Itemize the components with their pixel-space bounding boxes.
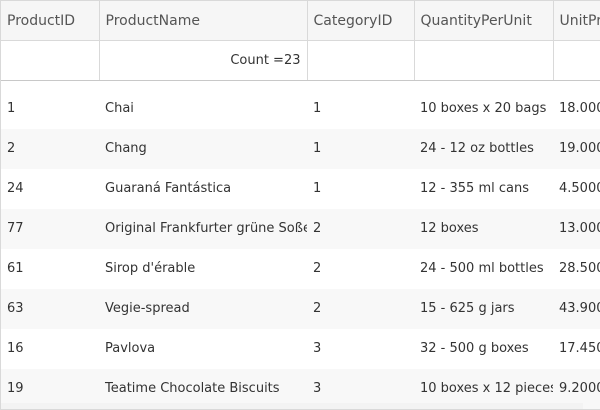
grid-body: 1 Chai 1 10 boxes x 20 bags 18.0000 2 Ch… xyxy=(1,88,600,409)
cell-categoryid[interactable]: 3 xyxy=(307,328,414,369)
cell-productid[interactable]: 2 xyxy=(1,128,99,169)
summary-count: Count =23 xyxy=(99,40,308,81)
cell-unitprice[interactable]: 18.0000 xyxy=(553,88,600,129)
table-row[interactable]: 24 Guaraná Fantástica 1 12 - 355 ml cans… xyxy=(1,168,600,209)
header-row: ProductID ProductName CategoryID Quantit… xyxy=(1,1,600,41)
table-row[interactable]: 77 Original Frankfurter grüne Soße 2 12 … xyxy=(1,208,600,249)
grid-table: ProductID ProductName CategoryID Quantit… xyxy=(1,1,600,409)
column-header-unitprice[interactable]: UnitPrice xyxy=(553,1,600,41)
cell-quantityperunit[interactable]: 24 - 500 ml bottles xyxy=(414,248,553,289)
cell-productid[interactable]: 1 xyxy=(1,88,99,129)
cell-quantityperunit[interactable]: 15 - 625 g jars xyxy=(414,288,553,329)
cell-categoryid[interactable]: 1 xyxy=(307,88,414,129)
table-row[interactable]: 61 Sirop d'érable 2 24 - 500 ml bottles … xyxy=(1,248,600,289)
cell-unitprice[interactable]: 13.0000 xyxy=(553,208,600,249)
cell-productname[interactable]: Vegie-spread xyxy=(99,288,307,329)
cell-categoryid[interactable]: 2 xyxy=(307,288,414,329)
table-row[interactable]: 16 Pavlova 3 32 - 500 g boxes 17.4500 xyxy=(1,328,600,369)
cell-productname[interactable]: Original Frankfurter grüne Soße xyxy=(99,208,307,249)
summary-cell-quantityperunit xyxy=(414,40,554,81)
cell-productid[interactable]: 24 xyxy=(1,168,99,209)
summary-row: Count =23 xyxy=(1,40,600,81)
cell-productname[interactable]: Guaraná Fantástica xyxy=(99,168,307,209)
cell-unitprice[interactable]: 4.5000 xyxy=(553,168,600,209)
cell-quantityperunit[interactable]: 32 - 500 g boxes xyxy=(414,328,553,369)
summary-spacer xyxy=(1,81,600,89)
cell-quantityperunit[interactable]: 10 boxes x 20 bags xyxy=(414,88,553,129)
cell-categoryid[interactable]: 1 xyxy=(307,128,414,169)
horizontal-scrollbar[interactable] xyxy=(1,403,583,409)
cell-unitprice[interactable]: 43.9000 xyxy=(553,288,600,329)
cell-categoryid[interactable]: 2 xyxy=(307,208,414,249)
cell-categoryid[interactable]: 2 xyxy=(307,248,414,289)
table-row[interactable]: 2 Chang 1 24 - 12 oz bottles 19.0000 xyxy=(1,128,600,169)
column-header-productname[interactable]: ProductName xyxy=(99,1,308,41)
cell-productname[interactable]: Chang xyxy=(99,128,307,169)
table-row[interactable]: 1 Chai 1 10 boxes x 20 bags 18.0000 xyxy=(1,88,600,129)
table-row[interactable]: 63 Vegie-spread 2 15 - 625 g jars 43.900… xyxy=(1,288,600,329)
cell-quantityperunit[interactable]: 12 boxes xyxy=(414,208,553,249)
cell-unitprice[interactable]: 17.4500 xyxy=(553,328,600,369)
column-header-productid[interactable]: ProductID xyxy=(1,1,100,41)
cell-productid[interactable]: 61 xyxy=(1,248,99,289)
cell-productname[interactable]: Pavlova xyxy=(99,328,307,369)
cell-productid[interactable]: 63 xyxy=(1,288,99,329)
cell-productname[interactable]: Sirop d'érable xyxy=(99,248,307,289)
column-header-quantityperunit[interactable]: QuantityPerUnit xyxy=(414,1,554,41)
cell-productid[interactable]: 16 xyxy=(1,328,99,369)
cell-unitprice[interactable]: 28.5000 xyxy=(553,248,600,289)
data-grid: ProductID ProductName CategoryID Quantit… xyxy=(0,0,600,410)
cell-quantityperunit[interactable]: 24 - 12 oz bottles xyxy=(414,128,553,169)
cell-productname[interactable]: Chai xyxy=(99,88,307,129)
column-header-categoryid[interactable]: CategoryID xyxy=(307,1,415,41)
cell-unitprice[interactable]: 19.0000 xyxy=(553,128,600,169)
cell-productid[interactable]: 77 xyxy=(1,208,99,249)
summary-cell-unitprice xyxy=(553,40,600,81)
cell-quantityperunit[interactable]: 12 - 355 ml cans xyxy=(414,168,553,209)
summary-cell-productid xyxy=(1,40,100,81)
summary-cell-categoryid xyxy=(307,40,415,81)
cell-categoryid[interactable]: 1 xyxy=(307,168,414,209)
